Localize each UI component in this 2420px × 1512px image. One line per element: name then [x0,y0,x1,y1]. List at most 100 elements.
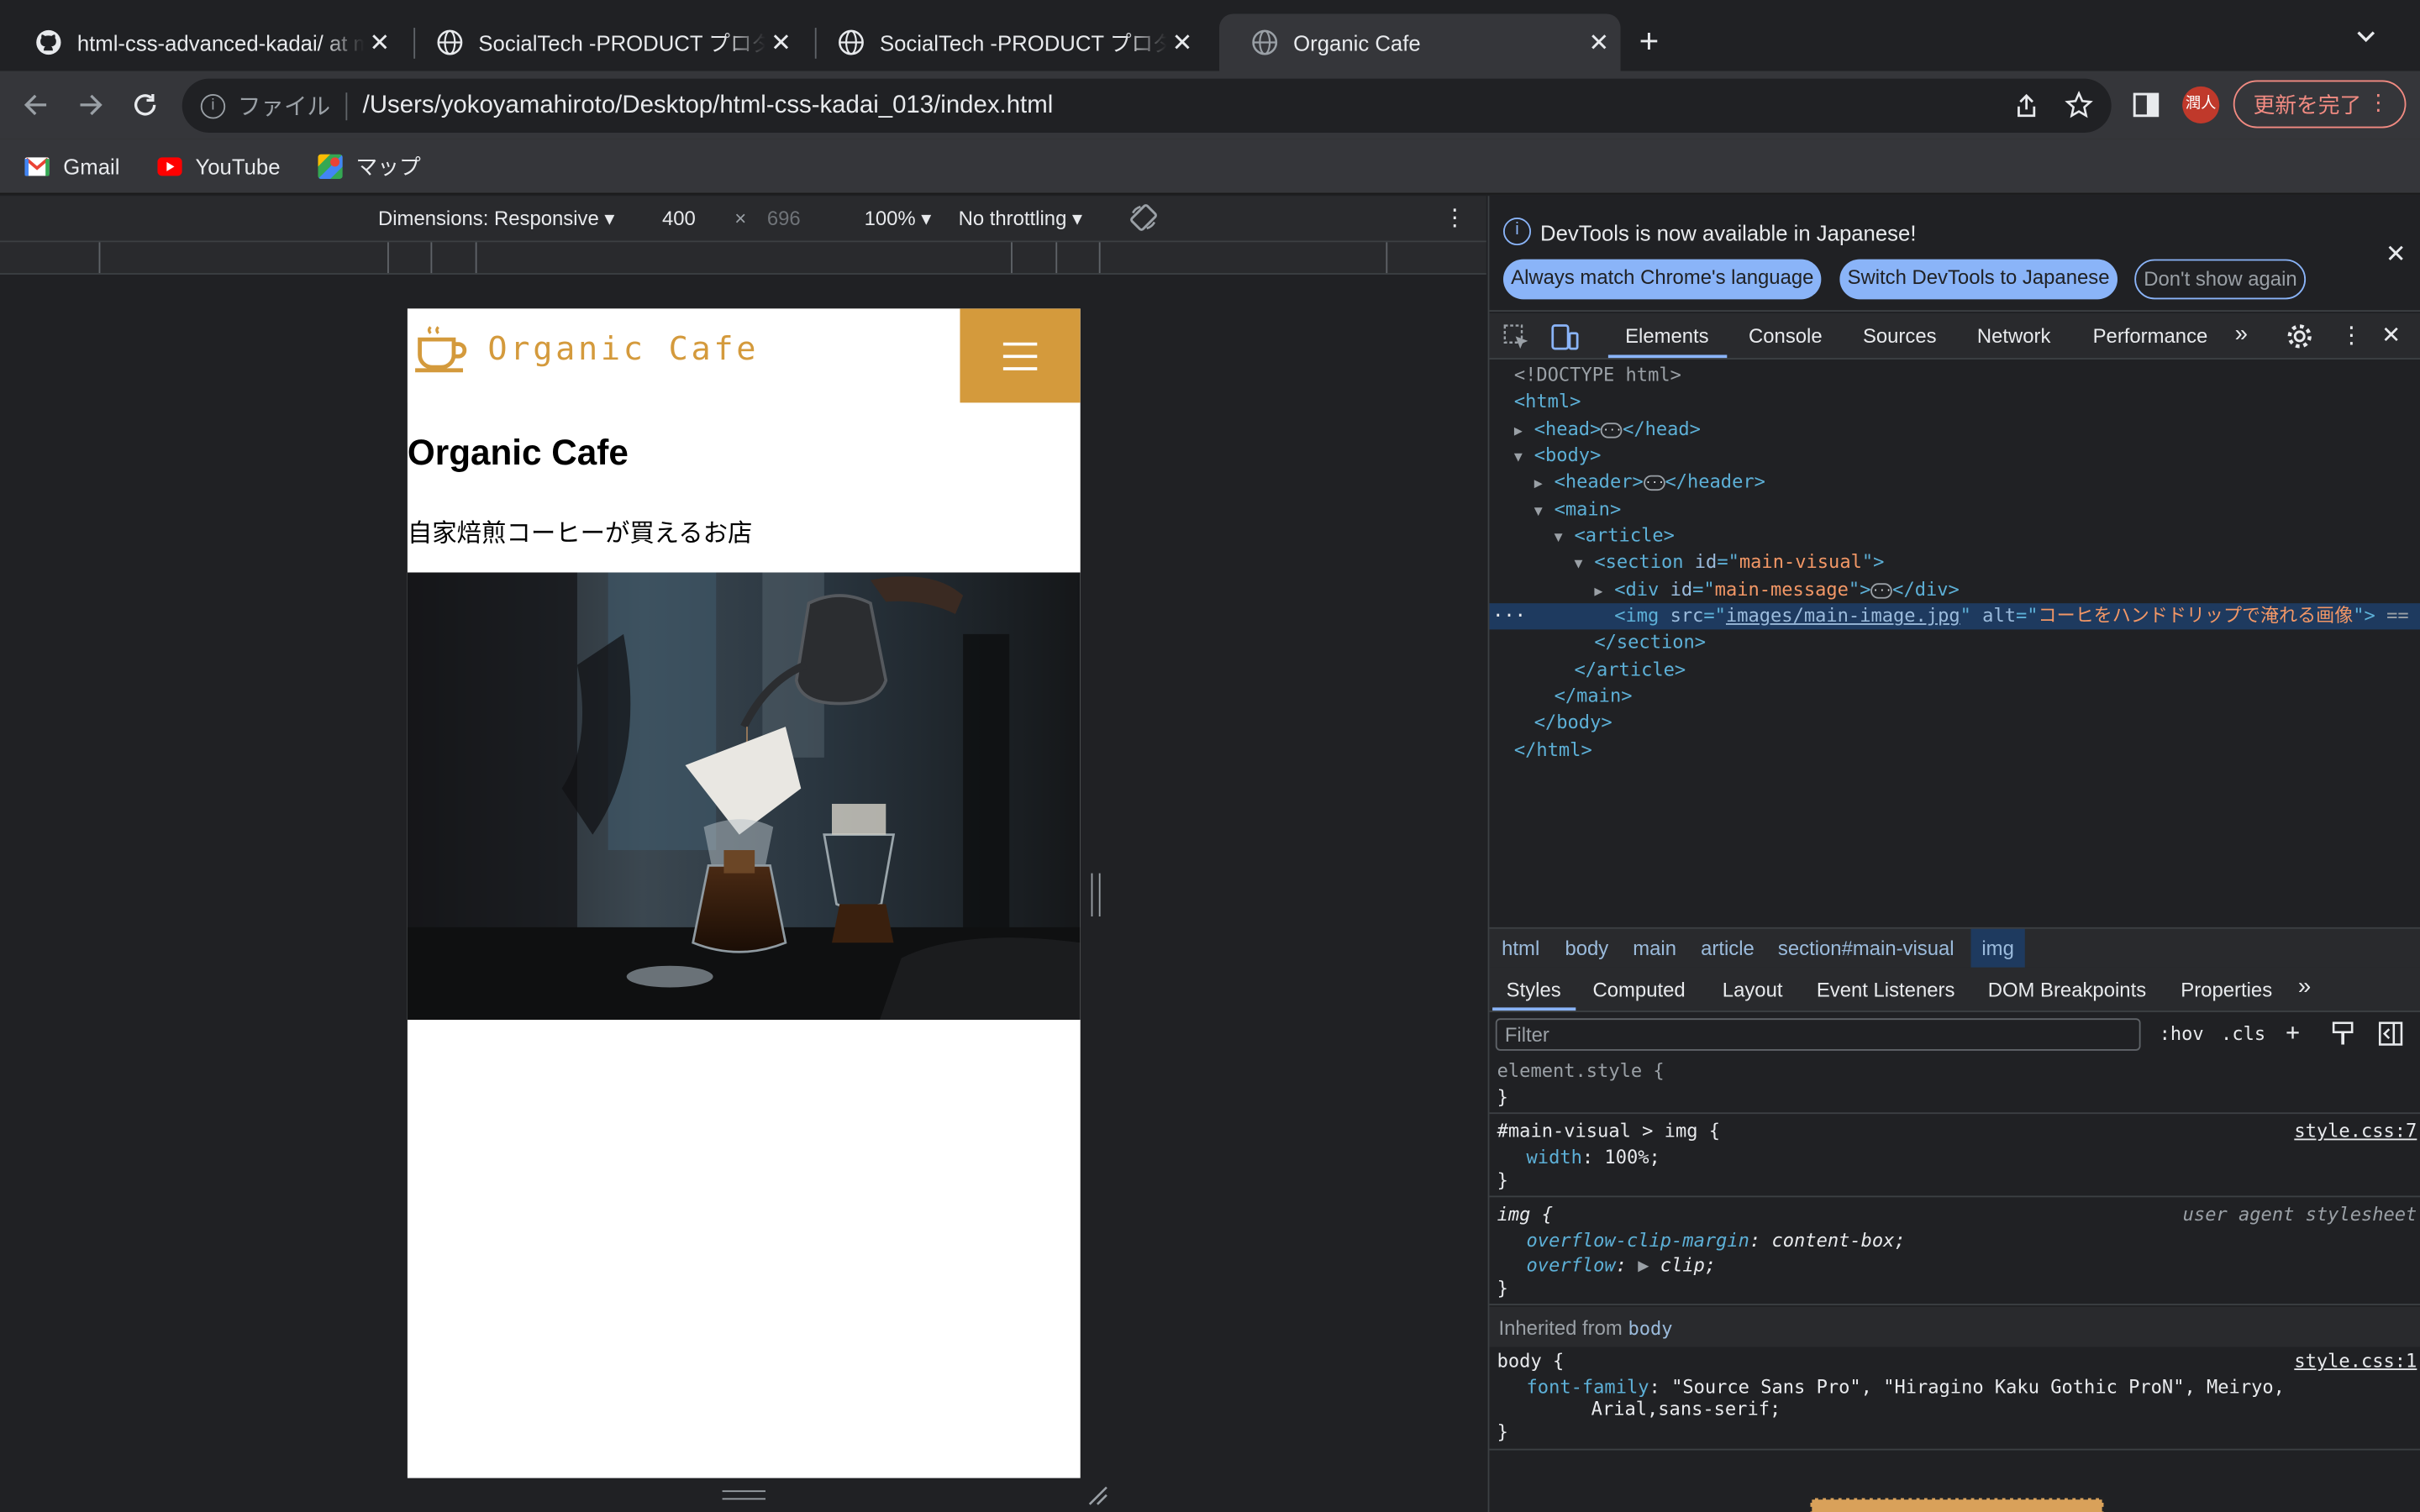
dimensions-dropdown[interactable]: Dimensions: Responsive ▾ [378,207,614,231]
side-panel-icon[interactable] [2133,92,2160,118]
tab-elements[interactable]: Elements [1625,324,1709,348]
profile-avatar[interactable]: 潤人 [2182,86,2220,123]
dom-node[interactable]: ▶ <head> ···</head> [1489,417,2420,443]
inspect-element-icon[interactable] [1503,324,1529,350]
paint-brush-icon[interactable] [2332,1021,2354,1046]
cls-toggle[interactable]: .cls [2221,1023,2265,1045]
subtab-properties[interactable]: Properties [2181,978,2272,1001]
page-subtitle: 自家焙煎コーヒーが買えるお店 [407,521,753,549]
throttling-dropdown[interactable]: No throttling ▾ [959,207,1082,231]
styles-filter-input[interactable]: Filter [1495,1018,2141,1051]
dom-node[interactable]: <!DOCTYPE html> [1489,363,2420,389]
address-url[interactable]: /Users/yokoyamahiroto/Desktop/html-css-k… [363,92,1054,119]
settings-gear-icon[interactable] [2286,323,2313,350]
crumb-main[interactable]: main [1633,937,1676,960]
subtab-event-listeners[interactable]: Event Listeners [1817,978,1955,1001]
inherited-body-link[interactable]: body [1628,1318,1672,1340]
address-bar[interactable]: i ファイル /Users/yokoyamahiroto/Desktop/htm… [182,78,2112,133]
subtab-computed[interactable]: Computed [1593,978,1686,1001]
bookmark-youtube[interactable]: YouTube [156,154,281,178]
forward-icon[interactable] [77,91,105,118]
rule-source-link[interactable]: style.css:7 [2294,1120,2417,1142]
bookmark-gmail[interactable]: Gmail [24,154,119,178]
resize-handle-bottom[interactable] [722,1490,766,1500]
style-rule-main-visual-img[interactable]: #main-visual > img { style.css:7 width: … [1489,1116,2420,1198]
back-icon[interactable] [22,91,50,118]
subtab-dom-breakpoints[interactable]: DOM Breakpoints [1988,978,2146,1001]
dom-node[interactable]: ▼ <article> [1489,523,2420,549]
dom-node[interactable]: ▼ <body> [1489,443,2420,469]
logo-text: Organic Cafe [487,330,760,368]
styles-subtabs: Styles Computed Layout Event Listeners D… [1489,967,2420,1012]
style-rule-img-ua[interactable]: img { user agent stylesheet overflow-cli… [1489,1199,2420,1305]
rotate-icon[interactable] [1128,202,1160,234]
tab-search-chevron-icon[interactable] [2355,24,2377,49]
bookmark-maps[interactable]: マップ [317,150,421,181]
reload-icon[interactable] [131,91,159,118]
more-subtabs-icon[interactable]: » [2298,974,2311,1000]
tab-performance[interactable]: Performance [2093,324,2208,348]
close-icon[interactable]: ✕ [2386,239,2407,270]
tab-socialtech-1[interactable]: SocialTech -PRODUCT プロダクト ✕ [404,14,802,71]
tab-network[interactable]: Network [1977,324,2051,348]
update-button[interactable]: 更新を完了 ⋮ [2233,80,2407,129]
style-rule-body[interactable]: body { style.css:1 font-family: "Source … [1489,1348,2420,1451]
rule-selector: #main-visual > img { [1497,1120,1721,1142]
tab-close-icon[interactable]: ✕ [364,27,395,58]
sidebar-toggle-icon[interactable] [2378,1021,2403,1046]
dom-node[interactable]: <html> [1489,389,2420,415]
dom-node[interactable]: ▼ <main> [1489,496,2420,522]
dont-show-again-button[interactable]: Don't show again [2134,259,2307,300]
device-toggle-icon[interactable] [1551,324,1579,350]
update-button-label: 更新を完了 [2253,92,2362,117]
share-icon[interactable] [2012,91,2040,118]
subtab-layout[interactable]: Layout [1723,978,1783,1001]
new-tab-icon[interactable]: + [1639,22,1660,62]
dom-node[interactable]: </section> [1489,629,2420,655]
tab-close-icon[interactable]: ✕ [1583,27,1614,58]
crumb-body[interactable]: body [1565,937,1608,960]
crumb-section[interactable]: section#main-visual [1778,937,1954,960]
dom-node[interactable]: </html> [1489,738,2420,764]
new-rule-icon[interactable]: + [2286,1018,2300,1046]
close-devtools-icon[interactable]: ✕ [2381,321,2401,349]
tab-github[interactable]: html-css-advanced-kadai/ at m ✕ [3,14,402,71]
subtab-styles[interactable]: Styles [1507,978,1561,1001]
zoom-dropdown[interactable]: 100% ▾ [865,207,932,231]
devtools-menu-icon[interactable]: ⋮ [2339,321,2363,349]
height-input[interactable]: 696 [767,207,801,230]
more-tabs-icon[interactable]: » [2235,321,2248,347]
dom-node[interactable]: ▼ <section id="main-visual"> [1489,549,2420,575]
more-vert-icon[interactable]: ⋮ [2368,90,2390,116]
hov-toggle[interactable]: :hov [2160,1023,2204,1045]
dom-node[interactable]: </article> [1489,657,2420,683]
tab-title: html-css-advanced-kadai/ at m [76,29,365,55]
tab-organic-cafe[interactable]: Organic Cafe ✕ [1219,13,1621,71]
dom-node-selected[interactable]: ··· <img src="images/main-image.jpg" alt=… [1489,603,2420,630]
device-more-icon[interactable]: ⋮ [1443,203,1466,231]
info-icon[interactable]: i [200,93,226,118]
tab-console[interactable]: Console [1749,324,1823,348]
switch-japanese-button[interactable]: Switch DevTools to Japanese [1839,259,2118,300]
resize-handle-right[interactable] [1091,873,1101,917]
rule-source-link[interactable]: style.css:1 [2294,1350,2417,1372]
tab-title: Organic Cafe [1293,29,1421,55]
site-logo[interactable]: Organic Cafe [413,324,759,374]
dom-node[interactable]: </main> [1489,684,2420,710]
tab-close-icon[interactable]: ✕ [1167,27,1198,58]
tab-close-icon[interactable]: ✕ [765,27,797,58]
tab-socialtech-2[interactable]: SocialTech -PRODUCT プロダクト ✕ [806,14,1204,71]
always-match-button[interactable]: Always match Chrome's language [1502,259,1822,300]
dom-node[interactable]: </body> [1489,710,2420,736]
hamburger-menu-button[interactable] [960,308,1081,403]
crumb-article[interactable]: article [1701,937,1754,960]
tab-sources[interactable]: Sources [1863,324,1937,348]
resize-corner-icon[interactable] [1086,1484,1108,1510]
dom-node[interactable]: ▶ <header> ···</header> [1489,469,2420,495]
dom-node[interactable]: ▶ <div id="main-message"> ···</div> [1489,577,2420,603]
bookmark-star-icon[interactable] [2065,91,2093,118]
width-input[interactable]: 400 [662,207,696,230]
style-rule-element[interactable]: element.style { } [1489,1058,2420,1115]
crumb-html[interactable]: html [1502,937,1539,960]
crumb-img[interactable]: img [1970,928,2025,969]
